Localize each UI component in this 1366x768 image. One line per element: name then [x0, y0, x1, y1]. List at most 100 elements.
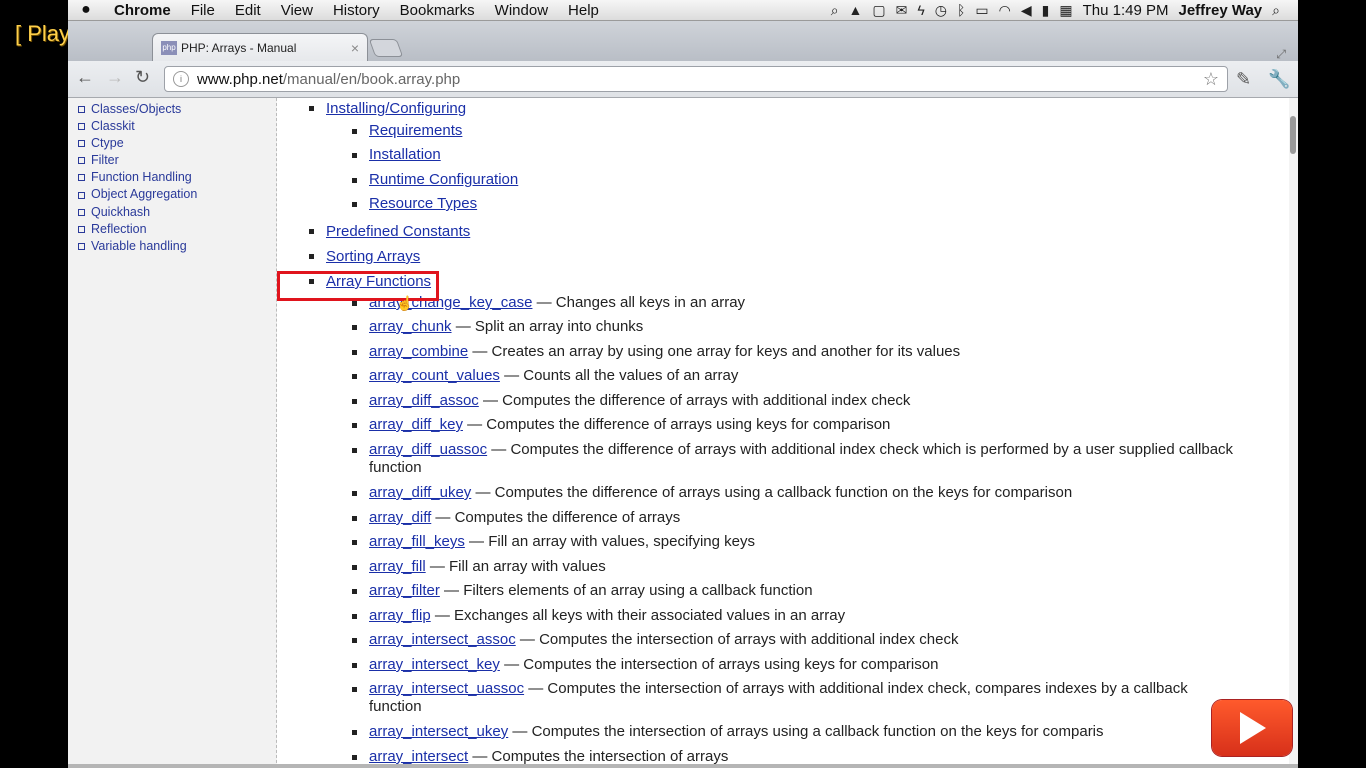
- function-link[interactable]: array_combine: [369, 343, 468, 360]
- function-item: array_fill_keys — Fill an array with val…: [352, 533, 755, 550]
- link-sorting-arrays[interactable]: Sorting Arrays: [326, 248, 420, 265]
- function-desc: — Changes all keys in an array: [532, 294, 746, 311]
- window-bottom-edge: [68, 764, 1298, 768]
- function-desc: — Counts all the values of an array: [499, 367, 739, 384]
- browser-toolbar: ← → ↻ i www.php.net/manual/en/book.array…: [68, 61, 1298, 98]
- function-link[interactable]: array_intersect: [369, 748, 468, 765]
- function-link[interactable]: array_intersect_uassoc: [369, 680, 524, 697]
- function-desc: — Computes the difference of arrays usin…: [471, 484, 1073, 501]
- sidebar-item-reflection[interactable]: Reflection: [78, 221, 276, 238]
- function-desc: — Computes the difference of arrays with…: [369, 441, 1234, 476]
- calendar-icon[interactable]: ▦: [1059, 2, 1072, 19]
- url-path: /manual/en/book.array.php: [282, 70, 461, 88]
- link-installation[interactable]: Installation: [369, 146, 441, 163]
- sidebar-item-function-handling[interactable]: Function Handling: [78, 169, 276, 186]
- function-link[interactable]: array_fill_keys: [369, 533, 465, 550]
- function-link[interactable]: array_diff_key: [369, 416, 463, 433]
- function-link[interactable]: array_intersect_ukey: [369, 723, 508, 740]
- link-requirements[interactable]: Requirements: [369, 122, 462, 139]
- search-tool-icon[interactable]: ⌕: [831, 2, 839, 19]
- sidebar-item-quickhash[interactable]: Quickhash: [78, 204, 276, 221]
- volume-icon[interactable]: ◀: [1021, 2, 1032, 19]
- menu-edit[interactable]: Edit: [225, 2, 271, 19]
- function-desc: — Filters elements of an array using a c…: [439, 582, 813, 599]
- function-link[interactable]: array_count_values: [369, 367, 500, 384]
- time-machine-icon[interactable]: ◷: [935, 2, 947, 19]
- mac-menubar: ● Chrome File Edit View History Bookmark…: [68, 0, 1298, 21]
- fullscreen-icon[interactable]: ⤢: [1276, 47, 1286, 62]
- function-link[interactable]: array_fill: [369, 558, 426, 575]
- hand-cursor-icon: ☝: [396, 295, 414, 311]
- bluetooth-icon[interactable]: ᛒ: [957, 2, 965, 18]
- sidebar-item-classes-objects[interactable]: Classes/Objects: [78, 101, 276, 118]
- page-info-icon[interactable]: i: [173, 71, 189, 87]
- function-link[interactable]: array_flip: [369, 607, 431, 624]
- window-icon[interactable]: ▢: [872, 2, 885, 19]
- menu-view[interactable]: View: [271, 2, 323, 19]
- sidebar-item-ctype[interactable]: Ctype: [78, 135, 276, 152]
- wifi-icon[interactable]: ◠: [999, 2, 1011, 19]
- function-item: array_diff — Computes the difference of …: [352, 509, 680, 526]
- function-link[interactable]: array_filter: [369, 582, 440, 599]
- tab-title: PHP: Arrays - Manual: [181, 41, 297, 55]
- link-resource-types[interactable]: Resource Types: [369, 195, 477, 212]
- function-link[interactable]: array_diff: [369, 509, 431, 526]
- wrench-icon[interactable]: 🔧: [1268, 69, 1290, 90]
- menubar-user[interactable]: Jeffrey Way: [1179, 2, 1263, 19]
- function-item: array_flip — Exchanges all keys with the…: [352, 607, 845, 624]
- vertical-scrollbar[interactable]: [1289, 98, 1298, 768]
- scrollbar-thumb[interactable]: [1290, 116, 1296, 154]
- hat-icon[interactable]: ▲: [849, 2, 863, 18]
- back-arrow-icon[interactable]: ←: [76, 67, 94, 88]
- new-tab-button[interactable]: [368, 39, 404, 57]
- battery-icon[interactable]: ▮: [1042, 2, 1050, 19]
- function-item: array_diff_uassoc — Computes the differe…: [352, 441, 1289, 477]
- function-item: array_count_values — Counts all the valu…: [352, 367, 738, 384]
- list-item: Requirements: [352, 122, 462, 139]
- function-item: array_intersect_key — Computes the inter…: [352, 656, 938, 673]
- function-desc: — Fill an array with values: [425, 558, 606, 575]
- address-bar[interactable]: i www.php.net/manual/en/book.array.php ☆: [164, 66, 1228, 92]
- link-runtime-configuration[interactable]: Runtime Configuration: [369, 171, 518, 188]
- function-desc: — Split an array into chunks: [451, 318, 644, 335]
- function-link[interactable]: array_intersect_assoc: [369, 631, 516, 648]
- menu-file[interactable]: File: [181, 2, 225, 19]
- link-predefined-constants[interactable]: Predefined Constants: [326, 223, 470, 240]
- video-play-button[interactable]: [1212, 700, 1292, 756]
- manual-content: Installing/Configuring Requirements Inst…: [277, 98, 1289, 768]
- menu-help[interactable]: Help: [558, 2, 609, 19]
- bolt-icon[interactable]: ϟ: [917, 2, 924, 18]
- function-link[interactable]: array_diff_assoc: [369, 392, 479, 409]
- reload-icon[interactable]: ↻: [135, 67, 150, 88]
- list-item: Sorting Arrays: [309, 248, 420, 265]
- function-link[interactable]: array_diff_uassoc: [369, 441, 487, 458]
- function-link[interactable]: array_chunk: [369, 318, 452, 335]
- link-installing-configuring[interactable]: Installing/Configuring: [326, 100, 466, 117]
- chat-icon[interactable]: ✉: [896, 2, 908, 19]
- function-link[interactable]: array_diff_ukey: [369, 484, 471, 501]
- menu-history[interactable]: History: [323, 2, 390, 19]
- tab-php-arrays[interactable]: php PHP: Arrays - Manual ×: [152, 33, 368, 62]
- function-link[interactable]: array_intersect_key: [369, 656, 500, 673]
- display-icon[interactable]: ▭: [975, 2, 988, 19]
- function-desc: — Computes the difference of arrays usin…: [462, 416, 891, 433]
- function-desc: — Computes the difference of arrays with…: [478, 392, 911, 409]
- spotlight-icon[interactable]: ⌕: [1272, 2, 1280, 19]
- menu-window[interactable]: Window: [485, 2, 558, 19]
- sidebar-item-variable-handling[interactable]: Variable handling: [78, 238, 276, 255]
- sidebar-item-filter[interactable]: Filter: [78, 152, 276, 169]
- function-item: array_filter — Filters elements of an ar…: [352, 582, 813, 599]
- menubar-clock[interactable]: Thu 1:49 PM: [1083, 2, 1169, 19]
- menu-chrome[interactable]: Chrome: [104, 2, 181, 19]
- menu-bookmarks[interactable]: Bookmarks: [390, 2, 485, 19]
- apple-menu-icon[interactable]: ●: [68, 1, 104, 19]
- extension-icon[interactable]: ✎: [1236, 69, 1251, 90]
- bookmark-star-icon[interactable]: ☆: [1203, 69, 1219, 90]
- manual-sidebar: Classes/Objects Classkit Ctype Filter Fu…: [68, 98, 277, 768]
- forward-arrow-icon[interactable]: →: [106, 67, 124, 88]
- function-item: array_intersect_assoc — Computes the int…: [352, 631, 958, 648]
- url-host: www.php.net: [197, 70, 283, 88]
- sidebar-item-classkit[interactable]: Classkit: [78, 118, 276, 135]
- tab-close-icon[interactable]: ×: [351, 40, 359, 56]
- sidebar-item-object-aggregation[interactable]: Object Aggregation: [78, 186, 276, 203]
